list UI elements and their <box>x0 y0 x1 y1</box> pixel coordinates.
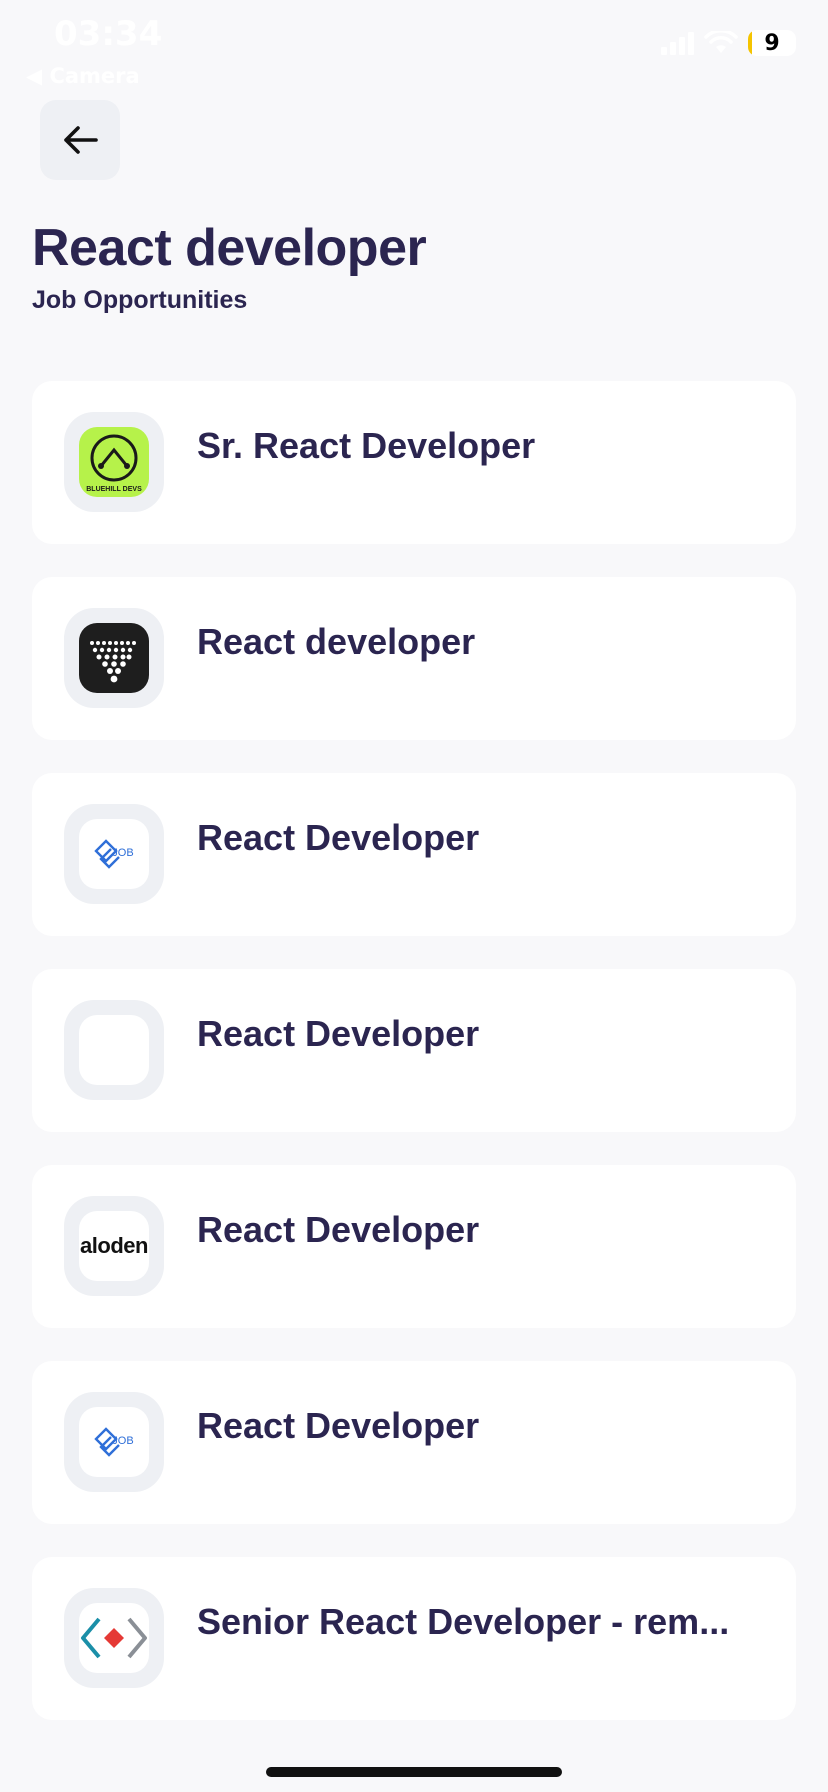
job-title: React Developer <box>197 1013 480 1054</box>
job-diamond-logo: JOB <box>79 819 149 889</box>
job-card[interactable]: Senior React Developer - rem... <box>32 1557 796 1720</box>
arrow-left-icon <box>64 126 98 154</box>
job-list: BLUEHILL DEVS Sr. React Developer React … <box>32 381 796 1753</box>
job-card[interactable]: BLUEHILL DEVS Sr. React Developer <box>32 381 796 544</box>
job-diamond-logo: JOB <box>79 1407 149 1477</box>
back-button[interactable] <box>40 100 120 180</box>
company-logo-frame: BLUEHILL DEVS <box>64 412 164 512</box>
company-logo-frame <box>64 1588 164 1688</box>
company-logo-frame: aloden <box>64 1196 164 1296</box>
status-time: 03:34 <box>54 14 163 54</box>
status-bar: 03:34 ◀ Camera 9 <box>0 0 828 90</box>
page-title: React developer <box>32 219 427 277</box>
job-card[interactable]: JOB React Developer <box>32 773 796 936</box>
aloden-logo: aloden <box>79 1211 149 1281</box>
battery-icon: 9 <box>748 30 796 56</box>
company-logo-frame: JOB <box>64 804 164 904</box>
page-subtitle: Job Opportunities <box>32 286 248 314</box>
company-logo-frame <box>64 608 164 708</box>
job-card[interactable]: React developer <box>32 577 796 740</box>
job-card[interactable]: JOB React Developer <box>32 1361 796 1524</box>
job-logo-text: JOB <box>112 847 133 859</box>
company-logo-frame <box>64 1000 164 1100</box>
job-title: React Developer <box>197 1209 480 1250</box>
bluehill-devs-logo: BLUEHILL DEVS <box>79 427 149 497</box>
job-card[interactable]: aloden React Developer <box>32 1165 796 1328</box>
aloden-logo-text: aloden <box>80 1233 148 1258</box>
home-indicator[interactable] <box>266 1767 562 1777</box>
status-indicators: 9 <box>661 30 796 56</box>
code-brackets-logo <box>79 1603 149 1673</box>
job-title: Sr. React Developer <box>197 425 536 466</box>
dark-dots-logo <box>79 623 149 693</box>
job-title: React Developer <box>197 817 480 858</box>
job-card[interactable]: React Developer <box>32 969 796 1132</box>
battery-level-fill <box>748 30 752 56</box>
wifi-icon <box>704 31 738 53</box>
job-logo-text: JOB <box>112 1435 133 1447</box>
cellular-signal-icon <box>661 31 694 55</box>
back-to-app-link[interactable]: ◀ Camera <box>26 64 140 88</box>
job-title: React developer <box>197 621 476 662</box>
job-title: Senior React Developer - rem... <box>197 1601 730 1642</box>
company-logo-frame: JOB <box>64 1392 164 1492</box>
bluehill-logo-text: BLUEHILL DEVS <box>86 486 142 493</box>
battery-level: 9 <box>764 30 780 56</box>
blank-logo <box>79 1015 149 1085</box>
job-title: React Developer <box>197 1405 480 1446</box>
